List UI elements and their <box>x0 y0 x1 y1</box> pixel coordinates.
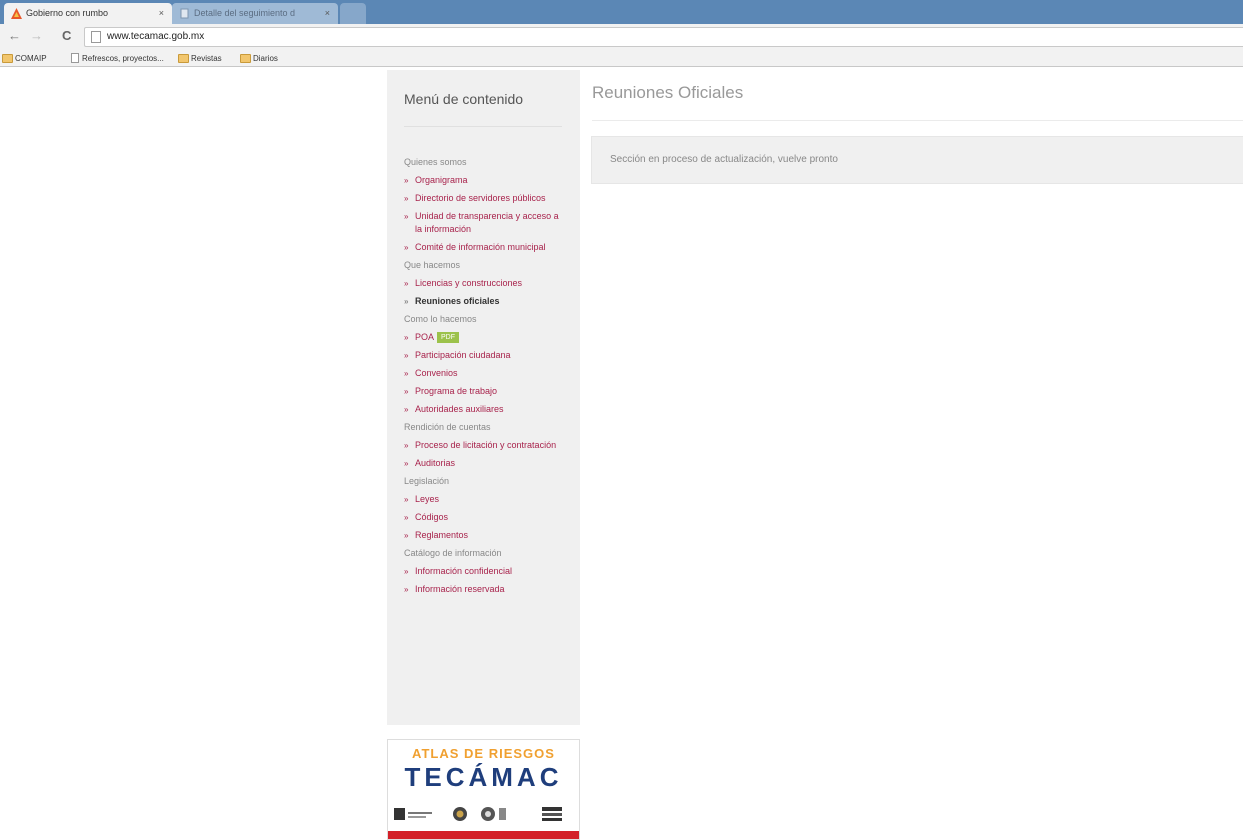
folder-icon <box>178 54 189 63</box>
emblem-icon <box>481 807 506 821</box>
url-text: www.tecamac.gob.mx <box>107 31 205 42</box>
bookmarks-bar: COMAIP Refrescos, proyectos... Revistas … <box>0 50 1243 67</box>
menu-item-organigrama[interactable]: Organigrama <box>404 174 566 187</box>
page-icon <box>91 31 101 43</box>
menu-section-legislacion: Legislación <box>404 476 450 486</box>
bookmark-label: Diarios <box>253 54 278 63</box>
browser-tabstrip: Gobierno con rumbo × Detalle del seguimi… <box>0 0 1243 24</box>
menu-item-comite-informacion[interactable]: Comité de información municipal <box>404 241 566 254</box>
pdf-badge: PDF <box>437 332 460 343</box>
menu-section-que-hacemos: Que hacemos <box>404 260 461 270</box>
seal-icon <box>453 807 467 821</box>
reload-button[interactable]: C <box>62 28 71 44</box>
divider <box>592 120 1243 121</box>
menu-item-directorio[interactable]: Directorio de servidores públicos <box>404 192 566 205</box>
update-notice: Sección en proceso de actualización, vue… <box>591 136 1243 184</box>
page-icon <box>71 53 79 63</box>
menu-item-poa[interactable]: POAPDF <box>404 331 566 344</box>
menu-item-label: POA <box>415 332 435 342</box>
tab-close-icon[interactable]: × <box>159 3 164 24</box>
menu-item-confidencial[interactable]: Información confidencial <box>404 565 566 578</box>
menu-item-leyes[interactable]: Leyes <box>404 493 566 506</box>
bookmark-revistas[interactable]: Revistas <box>178 52 222 65</box>
atlas-riesgos-banner[interactable]: ATLAS DE RIESGOS TECÁMAC <box>387 739 580 840</box>
content-menu-sidebar: Menú de contenido Quienes somos Organigr… <box>387 70 580 725</box>
bookmark-refrescos[interactable]: Refrescos, proyectos... <box>69 52 164 65</box>
bookmark-label: Revistas <box>191 54 222 63</box>
menu-section-quienes-somos: Quienes somos <box>404 157 467 167</box>
favicon-icon <box>11 8 22 19</box>
tab-close-icon[interactable]: × <box>325 3 330 24</box>
bookmark-diarios[interactable]: Diarios <box>240 52 278 65</box>
back-button[interactable]: ← <box>8 28 21 44</box>
menu-item-licencias[interactable]: Licencias y construcciones <box>404 277 566 290</box>
banner-title: TECÁMAC <box>404 762 563 792</box>
page-title: Reuniones Oficiales <box>592 83 744 102</box>
menu-item-convenios[interactable]: Convenios <box>404 367 566 380</box>
menu-section-como-lo-hacemos: Como lo hacemos <box>404 314 477 324</box>
bookmark-label: Refrescos, proyectos... <box>82 54 164 63</box>
address-bar[interactable]: www.tecamac.gob.mx <box>84 27 1243 47</box>
forward-button[interactable]: → <box>30 28 43 44</box>
new-tab-button[interactable] <box>340 3 366 24</box>
menu-section-catalogo: Catálogo de información <box>404 548 502 558</box>
menu-item-reservada[interactable]: Información reservada <box>404 583 566 596</box>
menu-item-reuniones-oficiales[interactable]: Reuniones oficiales <box>404 295 566 308</box>
banner-logos <box>394 806 574 824</box>
government-seal-icon <box>394 808 432 820</box>
menu-item-licitacion[interactable]: Proceso de licitación y contratación <box>404 439 566 452</box>
menu-title: Menú de contenido <box>404 91 524 107</box>
menu-list: Quienes somos Organigrama Directorio de … <box>404 156 566 601</box>
menu-item-auditorias[interactable]: Auditorias <box>404 457 566 470</box>
banner-red-bar <box>388 831 579 839</box>
menu-item-participacion[interactable]: Participación ciudadana <box>404 349 566 362</box>
logo-icon <box>542 807 562 821</box>
banner-heading: ATLAS DE RIESGOS <box>412 746 555 761</box>
divider <box>404 126 562 127</box>
menu-section-rendicion-cuentas: Rendición de cuentas <box>404 422 491 432</box>
bookmark-comaip[interactable]: COMAIP <box>2 52 47 65</box>
folder-icon <box>240 54 251 63</box>
folder-icon <box>2 54 13 63</box>
menu-item-reglamentos[interactable]: Reglamentos <box>404 529 566 542</box>
menu-item-autoridades[interactable]: Autoridades auxiliares <box>404 403 566 416</box>
menu-item-codigos[interactable]: Códigos <box>404 511 566 524</box>
menu-item-unidad-transparencia[interactable]: Unidad de transparencia y acceso a la in… <box>404 210 566 236</box>
browser-tab[interactable]: Detalle del seguimiento d × <box>172 3 338 24</box>
page-icon <box>180 8 189 19</box>
tab-title: Detalle del seguimiento d <box>194 8 296 18</box>
menu-item-programa-trabajo[interactable]: Programa de trabajo <box>404 385 566 398</box>
browser-tab-active[interactable]: Gobierno con rumbo × <box>4 3 172 24</box>
browser-toolbar: ← → C www.tecamac.gob.mx <box>0 24 1243 50</box>
tab-title: Gobierno con rumbo <box>26 8 109 18</box>
bookmark-label: COMAIP <box>15 54 47 63</box>
